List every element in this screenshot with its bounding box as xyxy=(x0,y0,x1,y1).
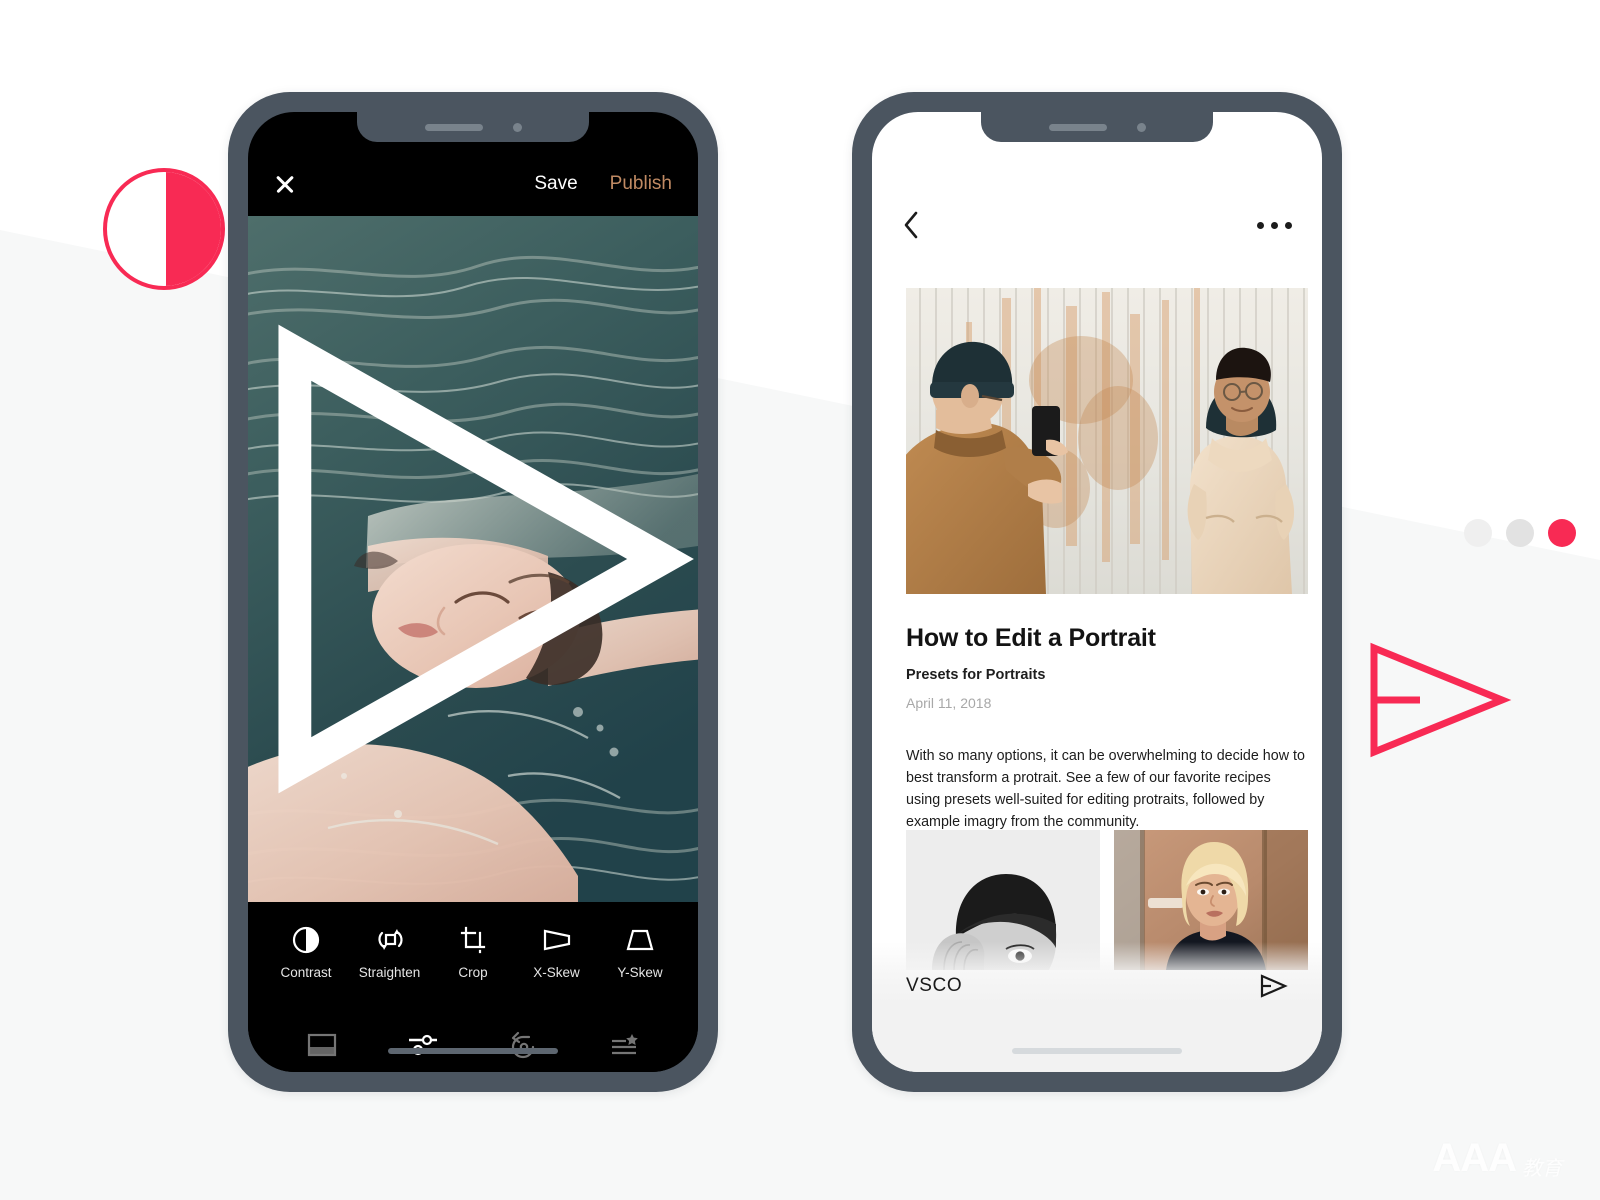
more-dot xyxy=(1285,221,1292,229)
watermark-main-text: AAA xyxy=(1432,1136,1517,1180)
x-skew-icon xyxy=(541,925,573,955)
tool-contrast[interactable]: Contrast xyxy=(266,925,346,980)
save-button[interactable]: Save xyxy=(534,173,577,195)
tool-y-skew[interactable]: Y-Skew xyxy=(600,925,680,980)
watermark: AAA 教育 xyxy=(1432,1138,1562,1178)
front-camera-icon xyxy=(1136,122,1146,132)
phone-right-article: How to Edit a Portrait Presets for Portr… xyxy=(852,92,1342,1092)
editor-tool-row: Contrast Straighten Crop X-Skew Y-Skew xyxy=(248,902,698,1002)
pagination-dots[interactable] xyxy=(1464,519,1576,547)
tool-straighten[interactable]: Straighten xyxy=(350,925,430,980)
contrast-icon xyxy=(292,925,320,955)
more-dots-icon[interactable] xyxy=(1257,221,1292,229)
tool-label: Y-Skew xyxy=(617,964,663,980)
contrast-circle-decoration xyxy=(103,168,225,290)
editor-screen: Save Publish Contrast Straighten Crop X-… xyxy=(248,112,698,1072)
adjust-sliders-icon[interactable] xyxy=(407,1032,439,1058)
pagination-dot-3[interactable] xyxy=(1548,519,1576,547)
tool-label: Crop xyxy=(458,964,488,980)
video-preview[interactable] xyxy=(248,216,698,902)
home-indicator xyxy=(388,1048,558,1054)
tool-label: X-Skew xyxy=(533,964,580,980)
speaker-slot-icon xyxy=(1048,123,1107,131)
publish-button[interactable]: Publish xyxy=(610,173,672,195)
presets-icon[interactable] xyxy=(307,1032,337,1058)
play-icon[interactable] xyxy=(248,216,698,902)
article-topbar xyxy=(872,192,1322,258)
notch xyxy=(981,112,1213,142)
article-title: How to Edit a Portrait xyxy=(906,624,1156,652)
vsco-brand-label: VSCO xyxy=(906,975,963,996)
pagination-dot-2[interactable] xyxy=(1506,519,1534,547)
watermark-sub-text: 教育 xyxy=(1522,1156,1562,1180)
tool-label: Straighten xyxy=(358,964,421,980)
editor-bottom-nav xyxy=(248,1002,698,1072)
front-camera-icon xyxy=(512,122,522,132)
article-hero-image[interactable] xyxy=(906,288,1308,594)
editor-topbar: Save Publish xyxy=(248,154,698,214)
home-indicator xyxy=(1012,1048,1182,1054)
tool-label: Contrast xyxy=(280,964,332,980)
speaker-slot-icon xyxy=(424,123,483,131)
phone-left-editor: Save Publish Contrast Straighten Crop X-… xyxy=(228,92,718,1092)
send-arrow-decoration xyxy=(1370,642,1512,758)
notch xyxy=(357,112,589,142)
more-dot xyxy=(1271,221,1278,229)
close-icon[interactable] xyxy=(274,173,296,195)
tool-x-skew[interactable]: X-Skew xyxy=(517,925,597,980)
undo-icon[interactable] xyxy=(509,1031,539,1059)
more-dot xyxy=(1257,221,1264,229)
y-skew-icon xyxy=(624,925,656,955)
pagination-dot-1[interactable] xyxy=(1464,519,1492,547)
article-subtitle: Presets for Portraits xyxy=(906,667,1046,683)
scene: Save Publish Contrast Straighten Crop X-… xyxy=(0,0,1600,1200)
article-content: How to Edit a Portrait Presets for Portr… xyxy=(906,624,1308,834)
recipes-star-icon[interactable] xyxy=(609,1032,639,1058)
article-body-text: With so many options, it can be overwhel… xyxy=(906,748,1305,831)
hero-illustration xyxy=(906,288,1308,594)
article-screen: How to Edit a Portrait Presets for Portr… xyxy=(872,112,1322,1072)
crop-icon xyxy=(459,925,487,955)
send-icon[interactable] xyxy=(1258,973,1288,999)
article-date: April 11, 2018 xyxy=(906,695,992,711)
back-chevron-icon[interactable] xyxy=(902,210,920,240)
tool-crop[interactable]: Crop xyxy=(433,925,513,980)
straighten-icon xyxy=(375,925,405,955)
